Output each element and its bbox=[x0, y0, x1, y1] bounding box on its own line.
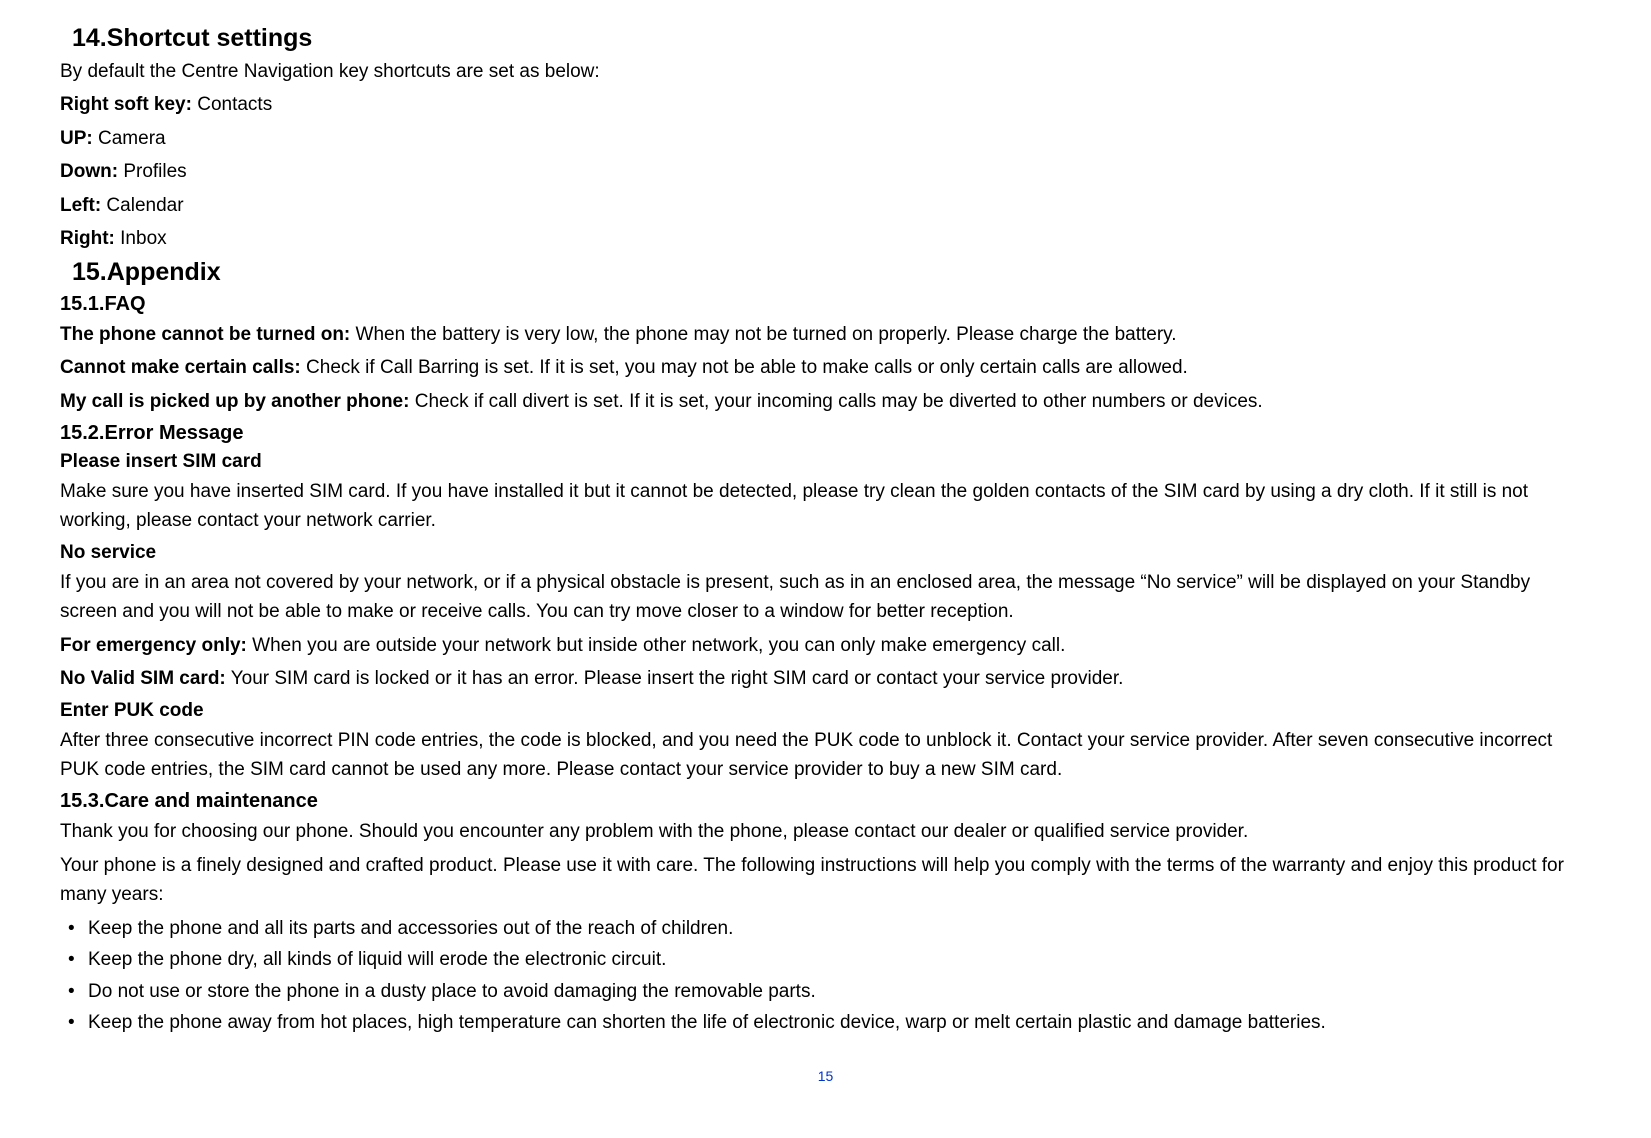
error-emergency-text: When you are outside your network but in… bbox=[247, 635, 1065, 656]
faq-text: Check if call divert is set. If it is se… bbox=[409, 391, 1262, 412]
shortcut-label: Right: bbox=[60, 228, 115, 249]
faq-heading: 15.1.FAQ bbox=[60, 293, 1591, 316]
list-item: Keep the phone and all its parts and acc… bbox=[60, 914, 1591, 943]
error-sim-text: Make sure you have inserted SIM card. If… bbox=[60, 477, 1591, 536]
page-number: 15 bbox=[60, 1068, 1591, 1084]
faq-label: Cannot make certain calls: bbox=[60, 357, 301, 378]
shortcut-label: UP: bbox=[60, 128, 93, 149]
care-bullet-list: Keep the phone and all its parts and acc… bbox=[60, 914, 1591, 1038]
section-15-heading: 15.Appendix bbox=[72, 258, 1591, 287]
faq-label: My call is picked up by another phone: bbox=[60, 391, 409, 412]
shortcut-row-right-soft-key: Right soft key: Contacts bbox=[60, 90, 1591, 119]
error-sim-heading: Please insert SIM card bbox=[60, 451, 1591, 473]
error-emergency-label: For emergency only: bbox=[60, 635, 247, 656]
shortcut-value: Inbox bbox=[115, 228, 167, 249]
error-novalid-text: Your SIM card is locked or it has an err… bbox=[226, 668, 1124, 689]
list-item: Do not use or store the phone in a dusty… bbox=[60, 977, 1591, 1006]
shortcut-value: Camera bbox=[93, 128, 166, 149]
shortcut-label: Down: bbox=[60, 161, 118, 182]
section-14-intro: By default the Centre Navigation key sho… bbox=[60, 57, 1591, 86]
list-item: Keep the phone away from hot places, hig… bbox=[60, 1008, 1591, 1037]
care-p1: Thank you for choosing our phone. Should… bbox=[60, 817, 1591, 846]
error-puk-text: After three consecutive incorrect PIN co… bbox=[60, 726, 1591, 785]
shortcut-row-down: Down: Profiles bbox=[60, 157, 1591, 186]
shortcut-row-right: Right: Inbox bbox=[60, 224, 1591, 253]
section-14-heading: 14.Shortcut settings bbox=[72, 24, 1591, 53]
error-emergency-line: For emergency only: When you are outside… bbox=[60, 631, 1591, 660]
faq-text: When the battery is very low, the phone … bbox=[350, 324, 1176, 345]
faq-label: The phone cannot be turned on: bbox=[60, 324, 350, 345]
faq-item: My call is picked up by another phone: C… bbox=[60, 387, 1591, 416]
error-noservice-heading: No service bbox=[60, 542, 1591, 564]
error-novalid-label: No Valid SIM card: bbox=[60, 668, 226, 689]
shortcut-label: Right soft key: bbox=[60, 94, 192, 115]
faq-text: Check if Call Barring is set. If it is s… bbox=[301, 357, 1188, 378]
shortcut-row-up: UP: Camera bbox=[60, 124, 1591, 153]
document-page: 14.Shortcut settings By default the Cent… bbox=[0, 0, 1651, 1114]
error-noservice-text: If you are in an area not covered by you… bbox=[60, 568, 1591, 627]
error-message-heading: 15.2.Error Message bbox=[60, 422, 1591, 445]
shortcut-label: Left: bbox=[60, 195, 101, 216]
shortcut-value: Contacts bbox=[192, 94, 272, 115]
faq-item: The phone cannot be turned on: When the … bbox=[60, 320, 1591, 349]
care-p2: Your phone is a finely designed and craf… bbox=[60, 851, 1591, 910]
list-item: Keep the phone dry, all kinds of liquid … bbox=[60, 945, 1591, 974]
faq-item: Cannot make certain calls: Check if Call… bbox=[60, 353, 1591, 382]
error-novalid-line: No Valid SIM card: Your SIM card is lock… bbox=[60, 664, 1591, 693]
shortcut-row-left: Left: Calendar bbox=[60, 191, 1591, 220]
shortcut-value: Calendar bbox=[101, 195, 183, 216]
shortcut-value: Profiles bbox=[118, 161, 187, 182]
care-heading: 15.3.Care and maintenance bbox=[60, 790, 1591, 813]
error-puk-heading: Enter PUK code bbox=[60, 700, 1591, 722]
